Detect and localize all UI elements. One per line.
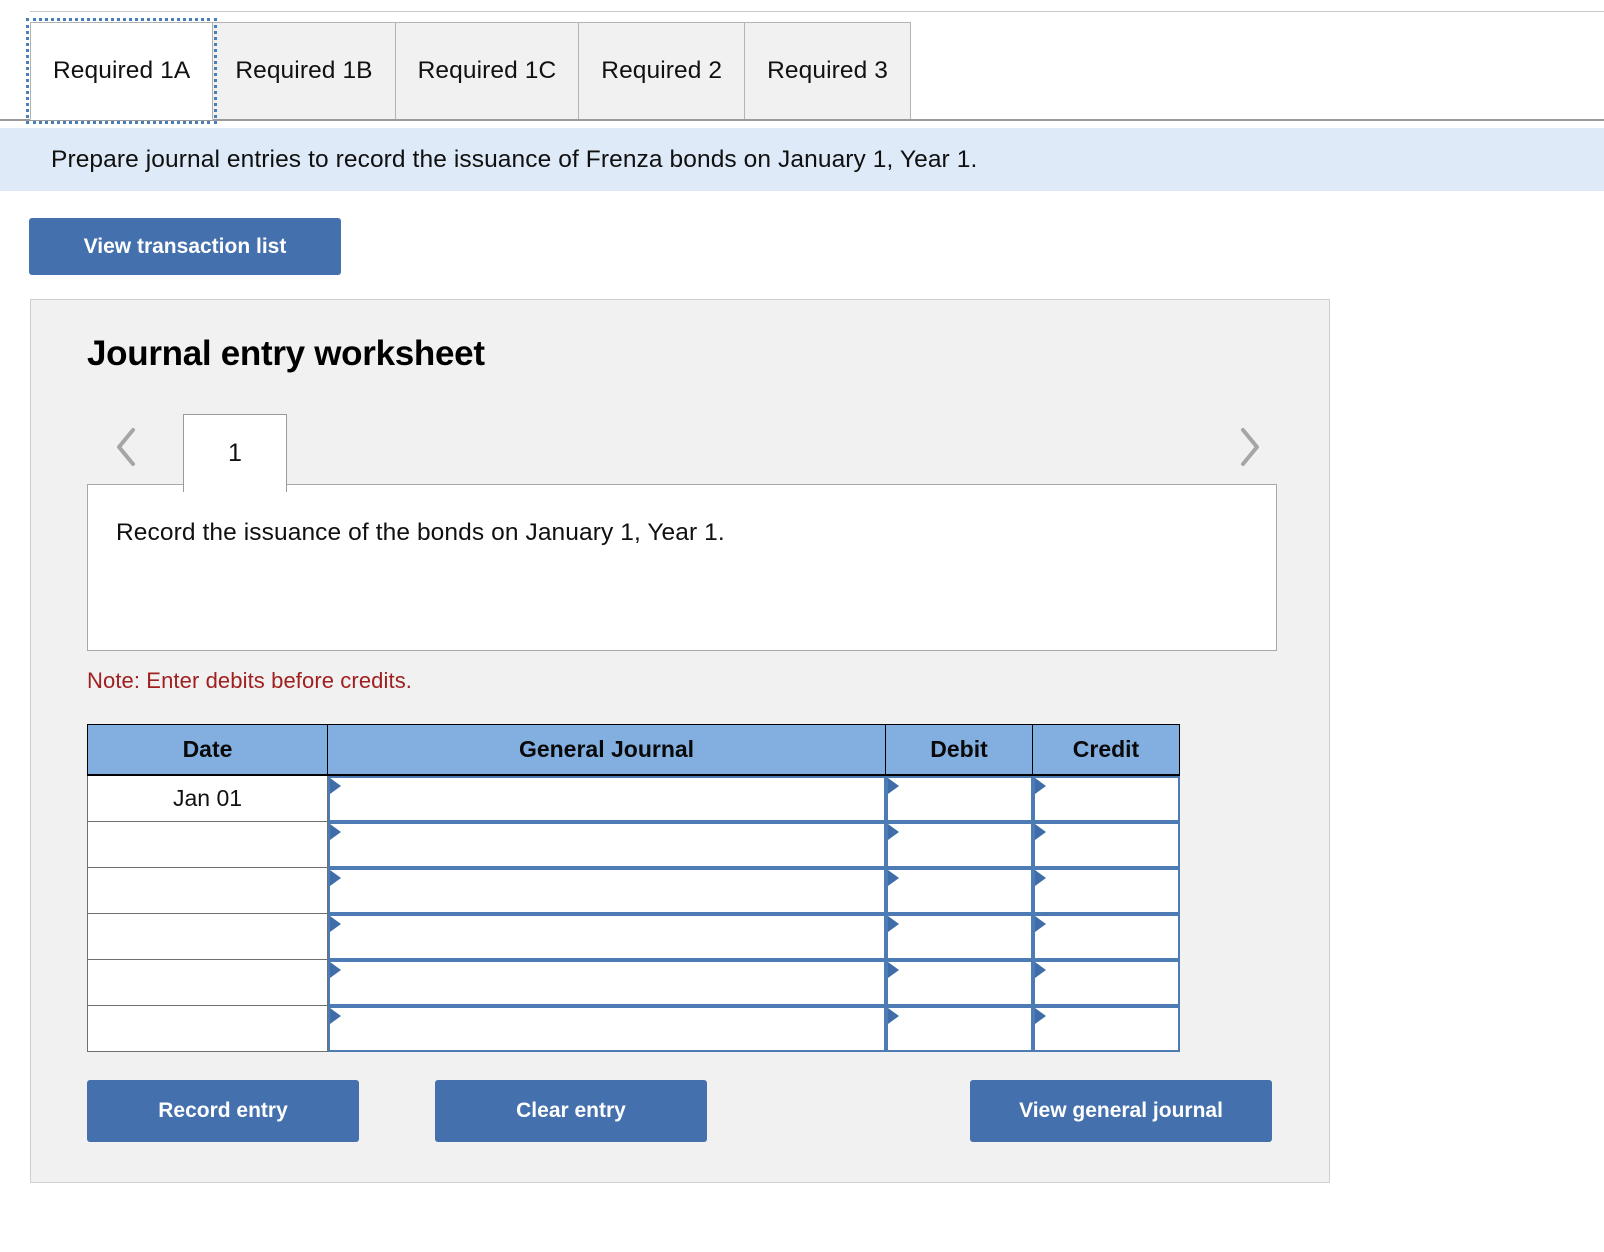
journal-entry-table-body: Jan 01 — [87, 774, 1180, 1052]
tab-row: Required 1A Required 1B Required 1C Require… — [25, 18, 911, 124]
journal-debit-input[interactable] — [885, 959, 1033, 1006]
journal-date-cell[interactable]: Jan 01 — [87, 774, 328, 822]
journal-account-select-cell — [328, 867, 886, 914]
journal-credit-input[interactable] — [1032, 913, 1180, 960]
journal-account-select[interactable] — [328, 821, 886, 868]
record-entry-button[interactable]: Record entry — [87, 1080, 359, 1142]
journal-account-select[interactable] — [328, 913, 886, 960]
journal-account-select-cell — [328, 913, 886, 960]
column-header-credit: Credit — [1032, 724, 1180, 776]
journal-debit-input-cell — [885, 821, 1033, 868]
column-header-debit: Debit — [885, 724, 1033, 776]
table-row — [87, 867, 1180, 914]
journal-credit-input-cell — [1032, 821, 1180, 868]
column-header-date: Date — [87, 724, 328, 776]
tab-required-2[interactable]: Required 2 — [578, 22, 746, 120]
tab-required-1a[interactable]: Required 1A — [25, 18, 218, 124]
tab-required-1b[interactable]: Required 1B — [212, 22, 396, 120]
journal-date-cell[interactable] — [87, 867, 328, 914]
tab-required-1c[interactable]: Required 1C — [394, 22, 580, 120]
debits-before-credits-note: Note: Enter debits before credits. — [87, 668, 413, 693]
chevron-right-icon[interactable] — [1227, 408, 1273, 486]
table-row: Jan 01 — [87, 774, 1180, 822]
instruction-banner: Prepare journal entries to record the is… — [0, 128, 1604, 191]
journal-date-cell[interactable] — [87, 821, 328, 868]
journal-debit-input[interactable] — [885, 913, 1033, 960]
journal-entry-table: Date General Journal Debit Credit Jan 01 — [87, 724, 1180, 1052]
view-transaction-list-button[interactable]: View transaction list — [29, 218, 341, 275]
worksheet-pager: 1 — [87, 408, 1277, 492]
table-row — [87, 959, 1180, 1006]
journal-debit-input-cell — [885, 913, 1033, 960]
tab-required-3[interactable]: Required 3 — [744, 22, 911, 120]
journal-debit-input-cell — [885, 867, 1033, 914]
journal-debit-input[interactable] — [885, 821, 1033, 868]
table-row — [87, 913, 1180, 960]
journal-credit-input-cell — [1032, 867, 1180, 914]
journal-date-cell[interactable] — [87, 1005, 328, 1052]
journal-account-select[interactable] — [328, 867, 886, 914]
top-divider — [30, 11, 1604, 12]
journal-credit-input-cell — [1032, 775, 1180, 822]
journal-debit-input-cell — [885, 1005, 1033, 1052]
worksheet-page-tab-1[interactable]: 1 — [183, 414, 287, 492]
journal-credit-input[interactable] — [1032, 959, 1180, 1006]
journal-account-select[interactable] — [328, 959, 886, 1006]
journal-credit-input[interactable] — [1032, 1005, 1180, 1052]
tabstrip-baseline — [0, 119, 1604, 121]
journal-account-select[interactable] — [328, 1005, 886, 1052]
journal-account-select-cell — [328, 1005, 886, 1052]
requirement-tabs: Required 1A Required 1B Required 1C Require… — [0, 18, 1604, 128]
journal-account-select[interactable] — [328, 775, 886, 822]
journal-credit-input-cell — [1032, 913, 1180, 960]
journal-date-cell[interactable] — [87, 913, 328, 960]
journal-credit-input-cell — [1032, 1005, 1180, 1052]
journal-credit-input[interactable] — [1032, 821, 1180, 868]
journal-credit-input[interactable] — [1032, 867, 1180, 914]
transaction-description-box: Record the issuance of the bonds on Janu… — [87, 484, 1277, 651]
instruction-text: Prepare journal entries to record the is… — [51, 145, 978, 173]
journal-debit-input[interactable] — [885, 867, 1033, 914]
chevron-left-icon[interactable] — [103, 408, 149, 486]
journal-account-select-cell — [328, 959, 886, 1006]
journal-account-select-cell — [328, 775, 886, 822]
journal-debit-input[interactable] — [885, 1005, 1033, 1052]
view-general-journal-button[interactable]: View general journal — [970, 1080, 1272, 1142]
column-header-general-journal: General Journal — [327, 724, 886, 776]
page-title: Journal entry worksheet — [87, 334, 485, 373]
clear-entry-button[interactable]: Clear entry — [435, 1080, 707, 1142]
table-row — [87, 1005, 1180, 1052]
table-row — [87, 821, 1180, 868]
table-header-row: Date General Journal Debit Credit — [87, 724, 1180, 776]
journal-entry-worksheet-panel: Journal entry worksheet 1 Record the iss… — [30, 299, 1330, 1183]
journal-debit-input-cell — [885, 775, 1033, 822]
journal-debit-input-cell — [885, 959, 1033, 1006]
journal-credit-input[interactable] — [1032, 775, 1180, 822]
journal-date-cell[interactable] — [87, 959, 328, 1006]
journal-debit-input[interactable] — [885, 775, 1033, 822]
journal-account-select-cell — [328, 821, 886, 868]
transaction-description-text: Record the issuance of the bonds on Janu… — [116, 519, 725, 546]
journal-credit-input-cell — [1032, 959, 1180, 1006]
